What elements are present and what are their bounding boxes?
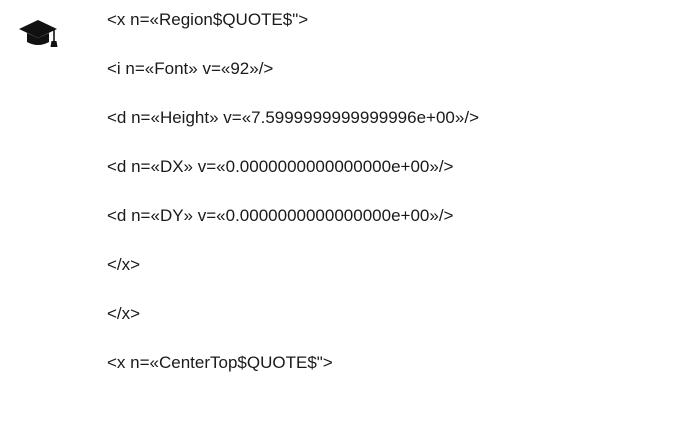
code-line: <d n=«DX» v=«0.0000000000000000e+00»/> (107, 157, 454, 176)
code-line: <x n=«CenterTop$QUOTE$"> (107, 353, 333, 372)
code-line: <d n=«DY» v=«0.0000000000000000e+00»/> (107, 206, 454, 225)
code-line: </x> (107, 304, 141, 323)
code-line: <d n=«Height» v=«7.5999999999999996e+00»… (107, 108, 479, 127)
code-line: <i n=«Font» v=«92»/> (107, 59, 274, 78)
document-page: <x n=«Region$QUOTE$"> <i n=«Font» v=«92»… (0, 0, 695, 445)
code-line: <x n=«Region$QUOTE$"> (107, 10, 309, 29)
graduation-cap-icon (19, 20, 58, 47)
code-line: </x> (107, 255, 141, 274)
